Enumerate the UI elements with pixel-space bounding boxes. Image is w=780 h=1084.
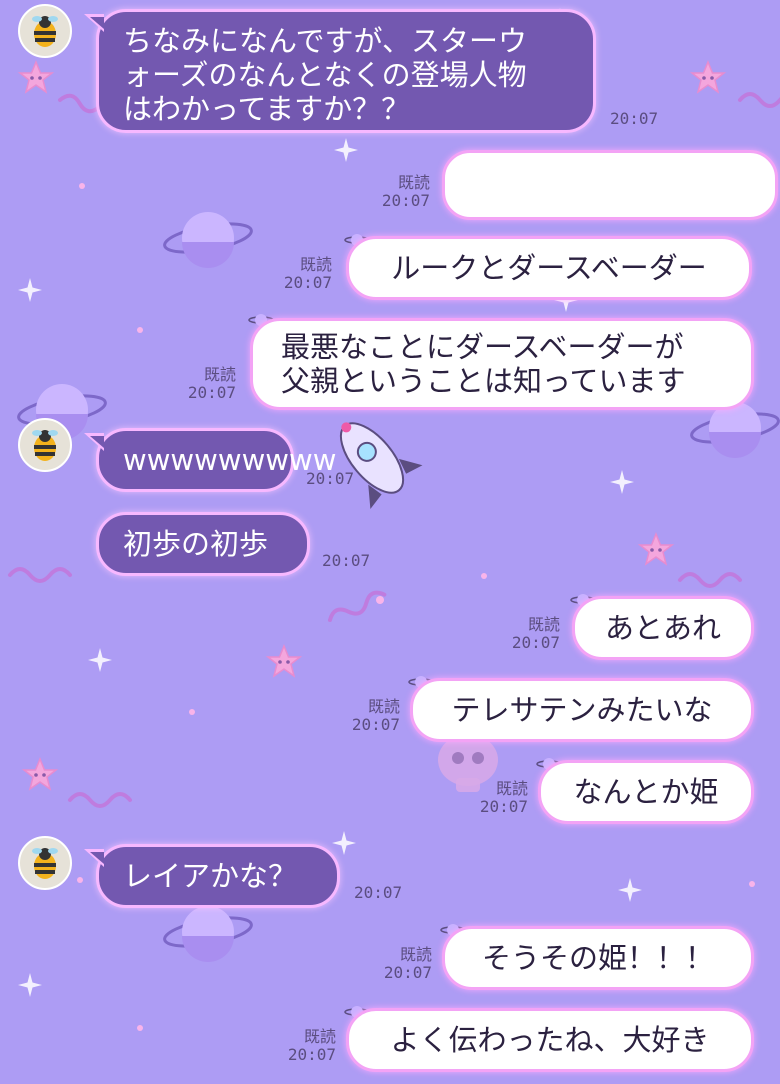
read-receipt: 既読 (203, 365, 236, 384)
read-receipt: 既読 (527, 615, 560, 634)
timestamp: 20:07 (610, 109, 659, 128)
message-text: よく伝わったね、大好き (390, 1023, 710, 1057)
timestamp: 20:07 (187, 383, 236, 402)
message-line: 最悪なことにダースベーダーが (281, 330, 684, 364)
timestamp: 20:07 (479, 797, 528, 816)
message-text: テレサテンみたいな (451, 693, 713, 727)
timestamp: 20:07 (322, 551, 371, 570)
redacted-message[interactable] (442, 150, 778, 220)
timestamp: 20:07 (306, 469, 355, 488)
outgoing-message-8[interactable]: よく伝わったね、大好き (346, 1008, 754, 1072)
bee-avatar-icon[interactable] (18, 836, 72, 890)
outgoing-message-2[interactable]: ルークとダースベーダー (346, 236, 752, 300)
message-text: wwwwwwwww (123, 443, 337, 477)
read-receipt: 既読 (397, 173, 430, 192)
message-line: 父親ということは知っています (281, 364, 686, 398)
outgoing-message-3-text: 最悪なことにダースベーダーが 父親ということは知っています (281, 330, 686, 398)
incoming-message-4[interactable]: レイアかな？ (84, 844, 340, 908)
outgoing-message-6[interactable]: なんとか姫 (538, 760, 754, 824)
message-line: ォーズのなんとなくの登場人物 (123, 58, 527, 92)
bee-avatar-icon[interactable] (18, 4, 72, 58)
timestamp: 20:07 (381, 191, 430, 210)
message-line: ちなみになんですが、スターウ (123, 24, 527, 58)
outgoing-message-3[interactable]: 最悪なことにダースベーダーが 父親ということは知っています (250, 318, 754, 410)
timestamp: 20:07 (354, 883, 403, 902)
incoming-message-3[interactable]: 初歩の初歩 (96, 512, 310, 576)
outgoing-message-5[interactable]: テレサテンみたいな (410, 678, 754, 742)
outgoing-message-7[interactable]: そうその姫！！！ (442, 926, 754, 990)
message-text: なんとか姫 (573, 775, 719, 809)
read-receipt: 既読 (495, 779, 528, 798)
message-line: はわかってますか？？ (123, 92, 411, 126)
read-receipt: 既読 (399, 945, 432, 964)
timestamp: 20:07 (283, 273, 332, 292)
read-receipt: 既読 (303, 1027, 336, 1046)
timestamp: 20:07 (383, 963, 432, 982)
timestamp: 20:07 (511, 633, 560, 652)
incoming-message-1-text: ちなみになんですが、スターウ ォーズのなんとなくの登場人物 はわかってますか？？ (123, 24, 527, 126)
outgoing-message-4[interactable]: あとあれ (572, 596, 754, 660)
message-text: ルークとダースベーダー (391, 251, 707, 285)
timestamp: 20:07 (351, 715, 400, 734)
bee-avatar-icon[interactable] (18, 418, 72, 472)
message-text: 初歩の初歩 (123, 527, 269, 561)
incoming-message-1[interactable]: ちなみになんですが、スターウ ォーズのなんとなくの登場人物 はわかってますか？？ (84, 9, 596, 133)
message-text: あとあれ (604, 611, 721, 645)
incoming-message-2[interactable]: wwwwwwwww (84, 428, 336, 492)
read-receipt: 既読 (299, 255, 332, 274)
message-text: そうその姫！！！ (481, 941, 714, 975)
message-text: レイアかな？ (123, 859, 298, 893)
timestamp: 20:07 (287, 1045, 336, 1064)
read-receipt: 既読 (367, 697, 400, 716)
